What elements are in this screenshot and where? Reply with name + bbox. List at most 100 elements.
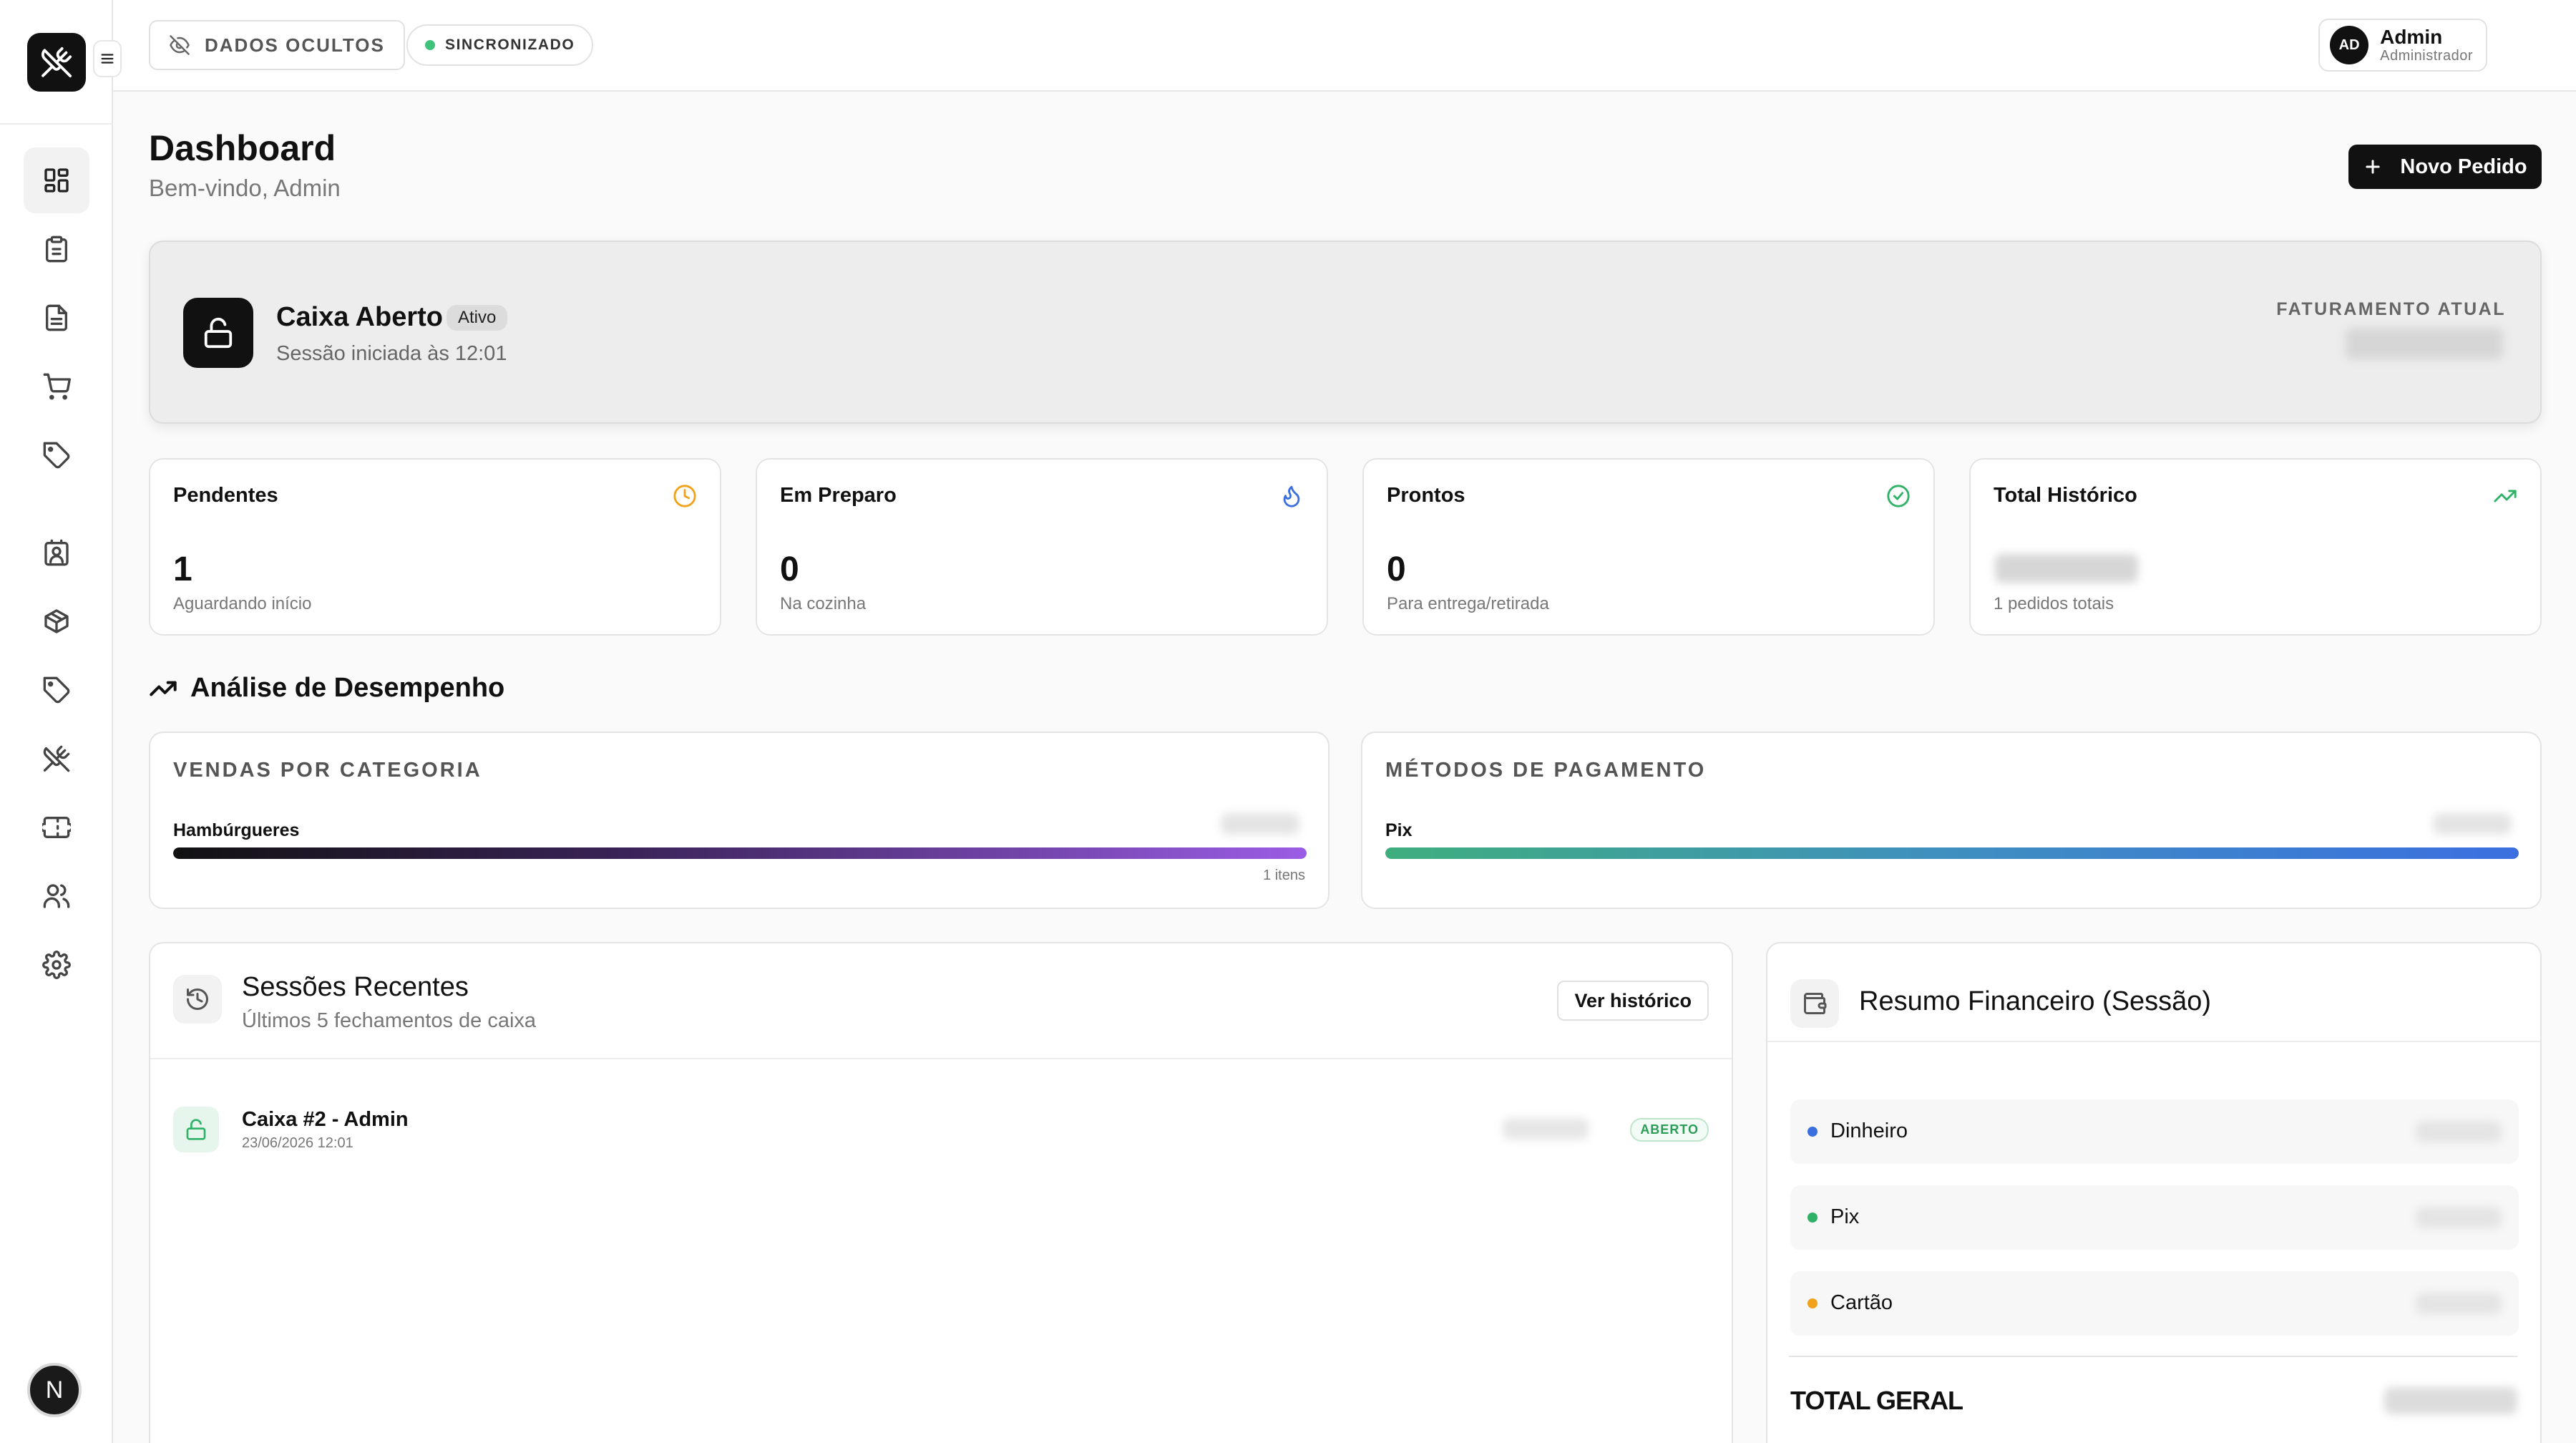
finance-row-card: Cartão <box>1790 1271 2519 1336</box>
new-order-label: Novo Pedido <box>2400 155 2527 178</box>
payment-label: Pix <box>1385 820 1413 840</box>
finance-row-label: Pix <box>1830 1205 1860 1228</box>
finance-row-cash: Dinheiro <box>1790 1099 2519 1164</box>
recent-sessions-card: Sessões Recentes Últimos 5 fechamentos d… <box>149 942 1733 1443</box>
lock-open-icon <box>183 298 253 368</box>
user-name: Admin <box>2380 25 2443 48</box>
nav-cart[interactable] <box>24 354 89 419</box>
category-progress-fill <box>173 847 1307 859</box>
stat-subtext: Para entrega/retirada <box>1387 594 1549 613</box>
session-value-hidden <box>1503 1118 1589 1140</box>
nav-settings[interactable] <box>24 932 89 998</box>
sync-dot-icon <box>425 40 435 50</box>
revenue-value-hidden <box>2346 328 2503 359</box>
topbar: DADOS OCULTOS SINCRONIZADO AD Admin Admi… <box>113 0 2576 92</box>
card-subtitle: Últimos 5 fechamentos de caixa <box>242 1009 537 1032</box>
stat-value: 1 <box>173 550 192 588</box>
payment-progress-bar <box>1385 847 2519 859</box>
stat-subtext: 1 pedidos totais <box>1994 594 2114 613</box>
stat-card-ready: Prontos 0 Para entrega/retirada <box>1362 458 1935 636</box>
sidebar-toggle-button[interactable] <box>93 40 122 77</box>
nav-categories[interactable] <box>24 657 89 723</box>
tag-icon <box>43 442 70 469</box>
user-menu[interactable]: AD Admin Administrador <box>2318 19 2487 72</box>
session-row-title[interactable]: Caixa #2 - Admin <box>242 1108 409 1132</box>
hide-data-label: DADOS OCULTOS <box>205 34 385 56</box>
view-history-button[interactable]: Ver histórico <box>1557 981 1709 1021</box>
nav-reports[interactable] <box>24 285 89 351</box>
stat-subtext: Na cozinha <box>780 594 867 613</box>
divider <box>1767 1041 2540 1042</box>
nav-coupons[interactable] <box>24 795 89 860</box>
stat-title: Prontos <box>1387 484 1465 507</box>
nav-products[interactable] <box>24 588 89 654</box>
card-title: MÉTODOS DE PAGAMENTO <box>1385 759 1707 782</box>
users-icon <box>43 884 70 908</box>
session-row-date: 23/06/2026 12:01 <box>242 1135 353 1151</box>
finance-row-label: Dinheiro <box>1830 1119 1908 1142</box>
nav-orders[interactable] <box>24 216 89 282</box>
ticket-icon <box>42 817 71 838</box>
section-title-performance: Análise de Desempenho <box>149 673 504 704</box>
menu-icon <box>101 54 114 64</box>
total-label: TOTAL GERAL <box>1790 1386 1963 1415</box>
contact-icon <box>44 539 69 566</box>
flame-icon <box>1283 485 1300 507</box>
page-subtitle: Bem-vindo, Admin <box>149 175 341 201</box>
app-logo[interactable] <box>27 33 86 92</box>
session-start-text: Sessão iniciada às 12:01 <box>276 342 507 365</box>
stat-title: Em Preparo <box>780 484 897 507</box>
stat-title: Pendentes <box>173 484 278 507</box>
finance-row-label: Cartão <box>1830 1291 1893 1314</box>
status-dot-icon <box>1807 1127 1818 1137</box>
sales-by-category-card: VENDAS POR CATEGORIA Hambúrgueres 1 iten… <box>149 732 1330 909</box>
bottom-avatar[interactable]: N <box>27 1363 82 1417</box>
category-value-hidden <box>1221 813 1299 835</box>
finance-value-hidden <box>2416 1121 2502 1142</box>
utensils-crossed-icon <box>43 745 70 772</box>
finance-value-hidden <box>2416 1207 2502 1228</box>
payment-methods-card: MÉTODOS DE PAGAMENTO Pix <box>1361 732 2542 909</box>
history-icon <box>173 975 222 1024</box>
nav-clients[interactable] <box>24 520 89 586</box>
lock-open-icon <box>173 1107 219 1152</box>
nav-dashboard[interactable] <box>24 147 89 213</box>
utensils-crossed-icon <box>42 47 72 78</box>
divider <box>1789 1356 2517 1357</box>
financial-summary-card: Resumo Financeiro (Sessão) Dinheiro Pix … <box>1766 942 2542 1443</box>
user-role: Administrador <box>2380 47 2473 64</box>
trending-up-icon <box>150 681 177 696</box>
page-title: Dashboard <box>149 128 336 168</box>
nav-users[interactable] <box>24 863 89 929</box>
status-dot-icon <box>1807 1298 1818 1308</box>
tag-icon <box>43 676 70 704</box>
revenue-label: FATURAMENTO ATUAL <box>2276 299 2506 319</box>
file-text-icon <box>46 304 68 331</box>
sync-status-label: SINCRONIZADO <box>445 37 575 53</box>
nav-promotions[interactable] <box>24 422 89 488</box>
sidebar-divider <box>0 123 113 125</box>
nav-menu[interactable] <box>24 726 89 792</box>
card-title: VENDAS POR CATEGORIA <box>173 759 482 782</box>
hide-data-toggle[interactable]: DADOS OCULTOS <box>149 20 405 70</box>
card-title: Sessões Recentes <box>242 972 469 1002</box>
stat-subtext: Aguardando início <box>173 594 312 613</box>
section-title-text: Análise de Desempenho <box>190 673 505 703</box>
status-badge: ABERTO <box>1630 1118 1709 1142</box>
eye-off-icon <box>170 35 190 55</box>
sidebar: N <box>0 0 113 1443</box>
layout-dashboard-icon <box>44 168 69 193</box>
status-badge: Ativo <box>447 305 508 331</box>
status-dot-icon <box>1807 1213 1818 1223</box>
stat-value: 0 <box>1387 550 1406 588</box>
stat-card-preparing: Em Preparo 0 Na cozinha <box>756 458 1328 636</box>
payment-value-hidden <box>2433 813 2512 835</box>
wallet-icon <box>1790 979 1839 1028</box>
total-value-hidden <box>2384 1387 2517 1414</box>
check-circle-icon <box>1887 485 1910 507</box>
clock-icon <box>673 485 696 507</box>
new-order-button[interactable]: Novo Pedido <box>2348 145 2542 189</box>
category-progress-bar <box>173 847 1307 859</box>
trending-up-icon <box>2494 490 2517 502</box>
finance-row-pix: Pix <box>1790 1185 2519 1250</box>
